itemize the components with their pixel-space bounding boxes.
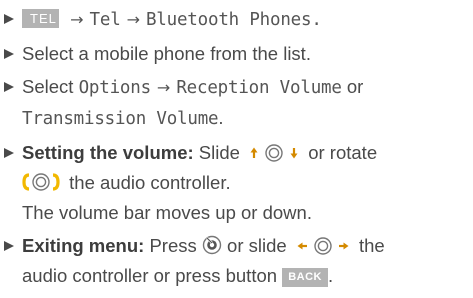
arrow-icon: →: [70, 10, 84, 29]
step-3: Select Options → Reception Volume or Trans…: [0, 72, 473, 134]
arrow-icon: →: [126, 10, 140, 29]
back-key-label: BACK: [282, 268, 328, 287]
step-text: the: [358, 235, 385, 256]
step-text: .: [218, 107, 224, 128]
step-text: Slide: [198, 141, 240, 163]
step-text: or rotate: [308, 141, 378, 163]
step-text: audio controller or press button: [22, 265, 278, 286]
step-heading: Setting the volume:: [22, 141, 194, 163]
step-text: Select a mobile phone from the list.: [22, 42, 311, 64]
step-text: The volume bar moves up or down.: [22, 201, 312, 223]
controller-rotate-icon: [22, 172, 60, 191]
step-text: the audio controller.: [69, 171, 231, 193]
step-text: Select: [22, 76, 74, 97]
step-heading: Exiting menu:: [22, 235, 145, 256]
triangle-bullet-icon: [4, 82, 14, 92]
menu-item-tel: Tel: [89, 10, 121, 30]
controller-slide-up-down-icon: [250, 143, 298, 162]
instruction-list: TEL → Tel → Bluetooth Phones. Select a mobi…: [0, 0, 473, 298]
step-2: Select a mobile phone from the list.: [0, 39, 473, 69]
menu-item-reception-volume: Reception Volume: [176, 78, 342, 98]
step-text: Press: [149, 235, 197, 256]
menu-item-transmission-volume: Transmission Volume: [22, 109, 219, 129]
menu-item-bluetooth-phones: Bluetooth Phones.: [145, 10, 322, 30]
step-text: or: [346, 76, 364, 97]
step-text: .: [327, 265, 334, 286]
step-4: Setting the volume: Slide or rotate the …: [0, 138, 473, 228]
step-text: or slide: [227, 235, 287, 256]
step-1: TEL → Tel → Bluetooth Phones.: [0, 4, 473, 35]
triangle-bullet-icon: [4, 14, 14, 24]
tel-key-label: TEL: [22, 9, 59, 28]
triangle-bullet-icon: [4, 48, 14, 59]
triangle-bullet-icon: [4, 241, 14, 251]
controller-slide-left-right-icon: [297, 237, 349, 255]
controller-press-icon: [202, 235, 222, 255]
menu-item-options: Options: [78, 78, 152, 98]
step-5: Exiting menu: Press or slide the audio c…: [0, 231, 473, 291]
triangle-bullet-icon: [4, 147, 14, 158]
arrow-icon: →: [156, 78, 171, 97]
